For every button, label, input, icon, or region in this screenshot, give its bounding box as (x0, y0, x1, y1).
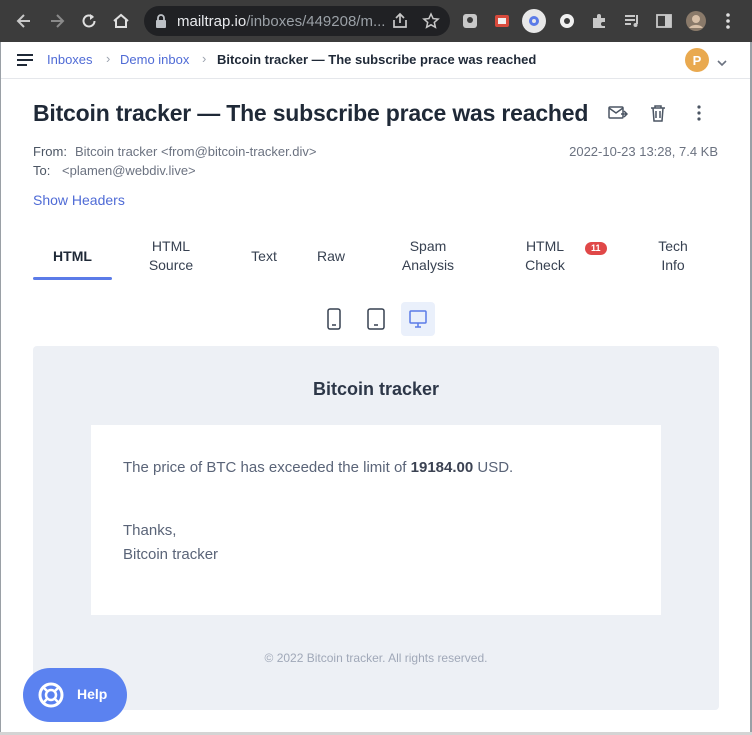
bookmark-star-icon[interactable] (419, 9, 443, 33)
desktop-view-button[interactable] (401, 302, 435, 336)
lifebuoy-icon (37, 681, 65, 714)
tab-raw[interactable]: Raw (309, 228, 353, 284)
puzzle-icon[interactable] (587, 9, 611, 33)
price-value: 19184.00 (410, 459, 474, 476)
date-size: 2022-10-23 13:28, 7.4 KB (569, 144, 718, 159)
price-message: The price of BTC has exceeded the limit … (123, 459, 513, 476)
preview-card: The price of BTC has exceeded the limit … (91, 425, 661, 615)
trash-icon[interactable] (647, 102, 669, 124)
message-text: The price of BTC has exceeded the limit … (123, 459, 411, 476)
message-tabs: HTML HTML Source Text Raw Spam Analysis … (33, 228, 719, 284)
chevron-down-icon[interactable] (717, 54, 727, 72)
reload-icon[interactable] (77, 9, 101, 33)
side-panel-icon[interactable] (652, 9, 676, 33)
mobile-view-button[interactable] (317, 302, 351, 336)
browser-toolbar: mailtrap.io/inboxes/449208/m... (0, 0, 752, 42)
show-headers-link[interactable]: Show Headers (33, 192, 125, 208)
settings-extension-icon[interactable] (522, 9, 546, 33)
back-icon[interactable] (12, 9, 36, 33)
tablet-view-button[interactable] (359, 302, 393, 336)
help-button[interactable]: Help (23, 668, 127, 722)
chevron-right-icon: › (106, 51, 111, 66)
extension-icon[interactable] (458, 9, 482, 33)
to-label: To: (33, 163, 51, 178)
home-icon[interactable] (109, 9, 133, 33)
tab-html[interactable]: HTML (33, 228, 112, 284)
tab-html-check[interactable]: HTML Check (506, 228, 584, 284)
extension-icon[interactable] (555, 9, 579, 33)
forward-icon[interactable] (45, 9, 69, 33)
more-options-icon[interactable] (688, 102, 710, 124)
tab-spam-analysis[interactable]: Spam Analysis (382, 228, 474, 284)
tab-tech-info[interactable]: Tech Info (643, 228, 703, 284)
from-label: From: (33, 144, 67, 159)
from-value: Bitcoin tracker <from@bitcoin-tracker.di… (75, 144, 317, 159)
breadcrumb-inboxes[interactable]: Inboxes (47, 52, 93, 67)
preview-footer: © 2022 Bitcoin tracker. All rights reser… (264, 651, 488, 665)
signature-line: Bitcoin tracker (123, 546, 219, 563)
html-check-badge: 11 (585, 242, 607, 255)
help-label: Help (77, 686, 108, 702)
menu-dots-icon[interactable] (716, 9, 740, 33)
chevron-right-icon: › (202, 51, 207, 66)
media-queue-icon[interactable] (620, 9, 644, 33)
extension-icon[interactable] (490, 9, 514, 33)
avatar[interactable]: P (685, 48, 709, 72)
message-text: USD. (473, 459, 514, 476)
to-value: <plamen@webdiv.live> (62, 163, 196, 178)
breadcrumb-demo-inbox[interactable]: Demo inbox (120, 52, 189, 67)
tab-text[interactable]: Text (236, 228, 292, 284)
tab-label: HTML (53, 247, 92, 264)
url-text: mailtrap.io/inboxes/449208/m... (177, 13, 386, 30)
thanks-line: Thanks, (123, 522, 177, 539)
preview-title: Bitcoin tracker (312, 379, 440, 399)
breadcrumb-current: Bitcoin tracker — The subscribe prace wa… (217, 52, 537, 67)
breadcrumb: Inboxes › Demo inbox › Bitcoin tracker —… (1, 42, 750, 79)
forward-email-icon[interactable] (607, 102, 629, 124)
hamburger-menu-icon[interactable] (16, 53, 34, 72)
active-tab-indicator (33, 277, 112, 280)
mailtrap-page: Inboxes › Demo inbox › Bitcoin tracker —… (1, 42, 750, 732)
profile-avatar-icon[interactable] (684, 9, 708, 33)
lock-icon (155, 14, 167, 33)
share-icon[interactable] (388, 9, 412, 33)
page-title: Bitcoin tracker — The subscribe prace wa… (33, 100, 589, 126)
email-preview: Bitcoin tracker The price of BTC has exc… (33, 346, 719, 710)
tab-html-source[interactable]: HTML Source (131, 228, 211, 284)
